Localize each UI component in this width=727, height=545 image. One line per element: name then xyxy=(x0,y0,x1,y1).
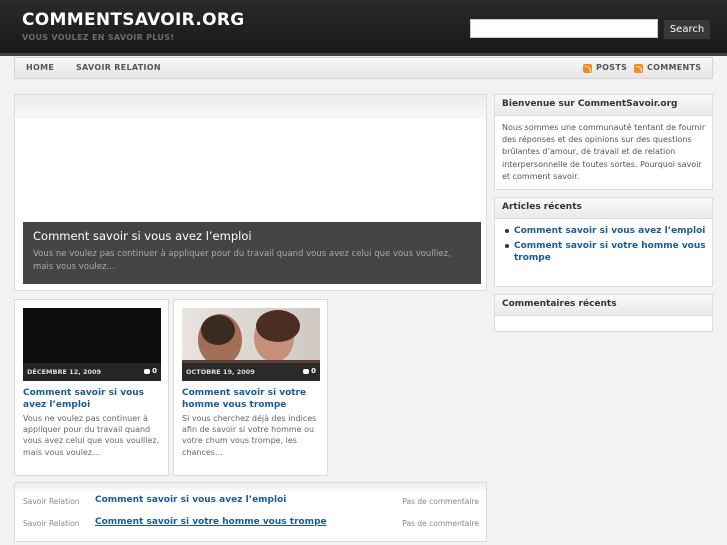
nav-item-savoir-relation[interactable]: SAVOIR RELATION xyxy=(76,63,161,72)
comments-feed-link[interactable]: COMMENTS xyxy=(647,63,701,72)
widget-title: Commentaires récents xyxy=(502,299,617,309)
recent-article-link[interactable]: Comment savoir si vous avez l’emploi xyxy=(503,225,709,237)
post-excerpt: Vous ne voulez pas continuer à appliquer… xyxy=(23,414,160,457)
featured-post: Comment savoir si vous avez l’emploi Vou… xyxy=(14,94,487,291)
featured-title[interactable]: Comment savoir si vous avez l’emploi xyxy=(33,229,252,243)
welcome-widget: Bienvenue sur CommentSavoir.org Nous som… xyxy=(494,94,713,190)
recent-posts-list: Savoir Relation Comment savoir si vous a… xyxy=(14,482,487,542)
featured-header-bar xyxy=(15,95,486,119)
post-title-link[interactable]: Comment savoir si vous avez l’emploi xyxy=(95,495,286,505)
recent-article-link[interactable]: Comment savoir si votre homme vous tromp… xyxy=(503,240,709,264)
list-item: Savoir Relation Comment savoir si votre … xyxy=(15,514,486,534)
featured-excerpt: Vous ne voulez pas continuer à appliquer… xyxy=(33,249,451,272)
post-comments-link[interactable]: Pas de commentaire xyxy=(402,497,479,506)
rss-icon xyxy=(634,64,643,73)
comment-bubble-icon xyxy=(144,368,151,374)
comment-count[interactable]: 0 xyxy=(144,367,157,375)
post-thumbnail[interactable]: OCTOBRE 19, 2009 0 xyxy=(182,308,320,381)
comment-count-value: 0 xyxy=(311,367,316,375)
main-navigation: HOME SAVOIR RELATION POSTS COMMENTS xyxy=(14,57,713,79)
post-date: OCTOBRE 19, 2009 xyxy=(186,368,255,376)
site-title[interactable]: COMMENTSAVOIR.ORG xyxy=(22,10,245,30)
post-card: OCTOBRE 19, 2009 0 Comment savoir si vot… xyxy=(173,299,328,476)
widget-title: Bienvenue sur CommentSavoir.org xyxy=(502,99,678,109)
header-divider xyxy=(0,53,727,56)
post-excerpt: Si vous cherchez déjà des indices afin d… xyxy=(182,414,317,457)
recent-articles-list: Comment savoir si vous avez l’emploi Com… xyxy=(503,225,709,267)
recent-comments-widget: Commentaires récents xyxy=(494,294,713,332)
post-category[interactable]: Savoir Relation xyxy=(23,519,79,528)
rss-icon xyxy=(583,64,592,73)
comment-count[interactable]: 0 xyxy=(303,367,316,375)
recent-articles-widget: Articles récents Comment savoir si vous … xyxy=(494,197,713,287)
post-title[interactable]: Comment savoir si votre homme vous tromp… xyxy=(182,387,322,411)
site-tagline: VOUS VOULEZ EN SAVOIR PLUS! xyxy=(22,33,175,42)
widget-title: Articles récents xyxy=(502,202,582,212)
list-item: Savoir Relation Comment savoir si vous a… xyxy=(15,492,486,512)
comment-bubble-icon xyxy=(303,368,310,374)
welcome-text: Nous sommes une communauté tentant de fo… xyxy=(502,123,706,181)
post-title[interactable]: Comment savoir si vous avez l’emploi xyxy=(23,387,163,411)
post-date: DÉCEMBRE 12, 2009 xyxy=(27,368,102,376)
search-input[interactable] xyxy=(470,19,658,38)
post-meta-bar: OCTOBRE 19, 2009 0 xyxy=(182,363,320,381)
post-thumbnail[interactable]: DÉCEMBRE 12, 2009 0 xyxy=(23,308,161,381)
site-header: COMMENTSAVOIR.ORG VOUS VOULEZ EN SAVOIR … xyxy=(0,0,727,53)
featured-caption[interactable]: Comment savoir si vous avez l’emploi Vou… xyxy=(23,222,481,284)
nav-item-home[interactable]: HOME xyxy=(26,63,54,72)
comment-count-value: 0 xyxy=(152,367,157,375)
post-meta-bar: DÉCEMBRE 12, 2009 0 xyxy=(23,363,161,381)
search-button[interactable]: Search xyxy=(663,19,711,40)
posts-feed-link[interactable]: POSTS xyxy=(596,63,627,72)
post-comments-link[interactable]: Pas de commentaire xyxy=(402,519,479,528)
post-title-link[interactable]: Comment savoir si votre homme vous tromp… xyxy=(95,517,327,527)
post-card: DÉCEMBRE 12, 2009 0 Comment savoir si vo… xyxy=(14,299,169,476)
post-category[interactable]: Savoir Relation xyxy=(23,497,79,506)
list-header-bar xyxy=(15,483,486,491)
